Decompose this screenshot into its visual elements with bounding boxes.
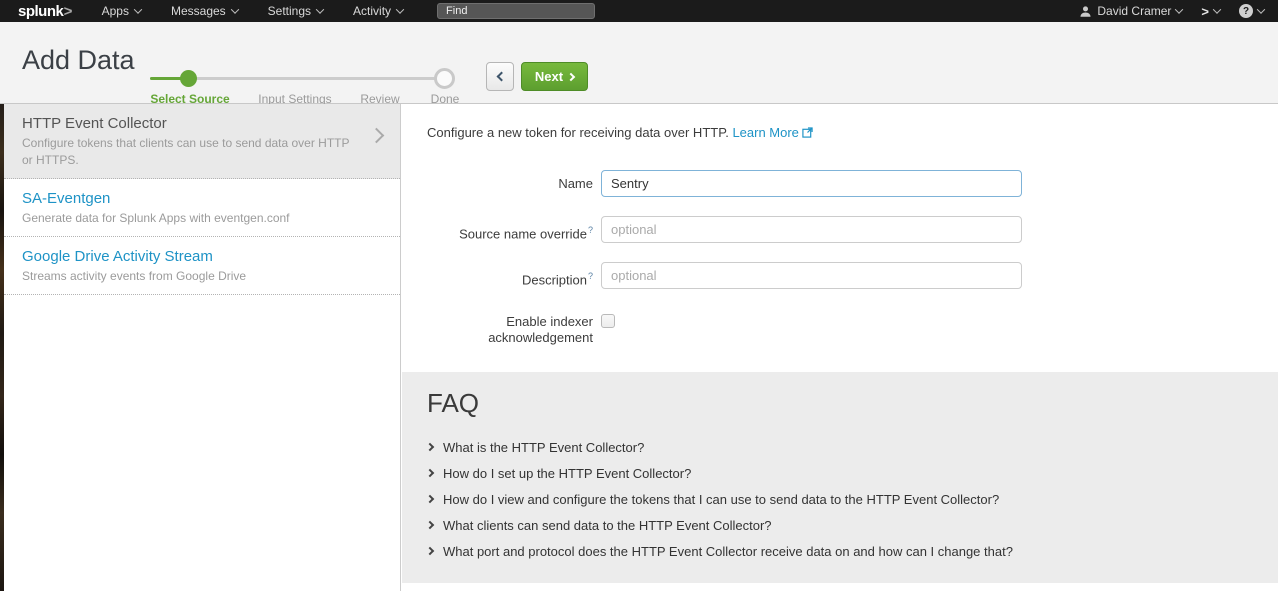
chevron-right-icon [567, 72, 575, 80]
chevron-down-icon [1257, 5, 1265, 13]
menu-activity[interactable]: Activity [353, 4, 403, 18]
external-link-icon [802, 126, 813, 141]
faq-question: What clients can send data to the HTTP E… [443, 518, 772, 533]
faq-question: What is the HTTP Event Collector? [443, 440, 644, 455]
add-data-header: Add Data Select Source Input Settings Re… [0, 22, 1278, 104]
top-navbar: splunk> Apps Messages Settings Activity … [0, 0, 1278, 22]
intro-text: Configure a new token for receiving data… [427, 125, 813, 141]
sidebar-item-sa-eventgen[interactable]: SA-Eventgen Generate data for Splunk App… [4, 179, 400, 237]
name-row: Name [402, 170, 1022, 197]
menu-messages[interactable]: Messages [171, 4, 238, 18]
menu-settings-label: Settings [268, 4, 311, 18]
splunk-bar-menu[interactable]: > [1201, 4, 1220, 19]
find-search-input[interactable] [437, 3, 595, 19]
splunk-logo[interactable]: splunk> [18, 3, 72, 20]
sidebar-item-http-event-collector[interactable]: HTTP Event Collector Configure tokens th… [4, 104, 400, 179]
chevron-down-icon [1213, 5, 1221, 13]
source-override-label-text: Source name override [459, 226, 587, 241]
faq-question: How do I set up the HTTP Event Collector… [443, 466, 691, 481]
chevron-right-icon [426, 443, 434, 451]
faq-item[interactable]: What clients can send data to the HTTP E… [427, 512, 1013, 538]
sidebar-item-description: Generate data for Splunk Apps with event… [22, 210, 356, 227]
next-button[interactable]: Next [521, 62, 588, 91]
chevron-right-icon [426, 495, 434, 503]
indexer-ack-label: Enable indexer acknowledgement [402, 308, 593, 346]
indexer-ack-label-line1: Enable indexer [506, 314, 593, 329]
description-label: Description? [402, 262, 593, 288]
help-icon: ? [1239, 4, 1253, 18]
menu-apps[interactable]: Apps [102, 4, 141, 18]
help-menu[interactable]: ? [1239, 4, 1264, 18]
name-input[interactable] [601, 170, 1022, 197]
menu-settings[interactable]: Settings [268, 4, 323, 18]
chevron-right-icon [369, 128, 385, 144]
navbar-right-group: David Cramer > ? [1079, 4, 1264, 19]
user-menu[interactable]: David Cramer [1079, 4, 1182, 18]
page-title: Add Data [22, 45, 135, 76]
source-override-label: Source name override? [402, 216, 593, 242]
splunk-chevron-icon: > [1201, 4, 1209, 19]
intro-sentence: Configure a new token for receiving data… [427, 125, 729, 140]
source-override-row: Source name override? [402, 216, 1022, 243]
sidebar-item-title: SA-Eventgen [22, 190, 356, 207]
faq-list: What is the HTTP Event Collector? How do… [427, 434, 1013, 564]
sidebar-item-google-drive[interactable]: Google Drive Activity Stream Streams act… [4, 237, 400, 295]
user-icon [1079, 5, 1092, 18]
faq-item[interactable]: How do I set up the HTTP Event Collector… [427, 460, 1013, 486]
chevron-right-icon [426, 521, 434, 529]
indexer-ack-label-line2: acknowledgement [488, 330, 593, 345]
menu-apps-label: Apps [102, 4, 129, 18]
name-label: Name [402, 170, 593, 192]
faq-item[interactable]: What port and protocol does the HTTP Eve… [427, 538, 1013, 564]
help-tooltip-icon[interactable]: ? [588, 271, 593, 281]
menu-messages-label: Messages [171, 4, 226, 18]
step-select-source-dot [180, 70, 197, 87]
sidebar-item-description: Streams activity events from Google Driv… [22, 268, 356, 285]
chevron-right-icon [426, 469, 434, 477]
back-button[interactable] [486, 62, 514, 91]
faq-title: FAQ [427, 388, 479, 419]
chevron-left-icon [497, 72, 507, 82]
source-override-input[interactable] [601, 216, 1022, 243]
help-tooltip-icon[interactable]: ? [588, 225, 593, 235]
user-name: David Cramer [1097, 4, 1171, 18]
next-button-label: Next [535, 69, 563, 84]
faq-section: FAQ What is the HTTP Event Collector? Ho… [402, 372, 1278, 583]
main-content: Configure a new token for receiving data… [402, 104, 1278, 591]
splunk-logo-chevron: > [63, 3, 71, 20]
description-row: Description? [402, 262, 1022, 289]
source-sidebar: HTTP Event Collector Configure tokens th… [4, 104, 401, 591]
token-form: Name Source name override? Description? … [402, 170, 1022, 365]
sidebar-item-title: HTTP Event Collector [22, 115, 356, 132]
step-done-circle [434, 68, 455, 89]
learn-more-link[interactable]: Learn More [732, 125, 798, 140]
faq-question: What port and protocol does the HTTP Eve… [443, 544, 1013, 559]
description-label-text: Description [522, 272, 587, 287]
chevron-down-icon [230, 5, 238, 13]
chevron-down-icon [316, 5, 324, 13]
chevron-right-icon [426, 547, 434, 555]
indexer-ack-checkbox[interactable] [601, 314, 615, 328]
sidebar-item-description: Configure tokens that clients can use to… [22, 135, 356, 169]
sidebar-item-title: Google Drive Activity Stream [22, 248, 356, 265]
splunk-add-data-page: splunk> Apps Messages Settings Activity … [0, 0, 1278, 591]
chevron-down-icon [396, 5, 404, 13]
description-input[interactable] [601, 262, 1022, 289]
indexer-ack-row: Enable indexer acknowledgement [402, 308, 1022, 346]
faq-question: How do I view and configure the tokens t… [443, 492, 999, 507]
chevron-down-icon [134, 5, 142, 13]
chevron-down-icon [1175, 5, 1183, 13]
menu-activity-label: Activity [353, 4, 391, 18]
faq-item[interactable]: What is the HTTP Event Collector? [427, 434, 1013, 460]
faq-item[interactable]: How do I view and configure the tokens t… [427, 486, 1013, 512]
splunk-logo-text: splunk [18, 3, 63, 20]
